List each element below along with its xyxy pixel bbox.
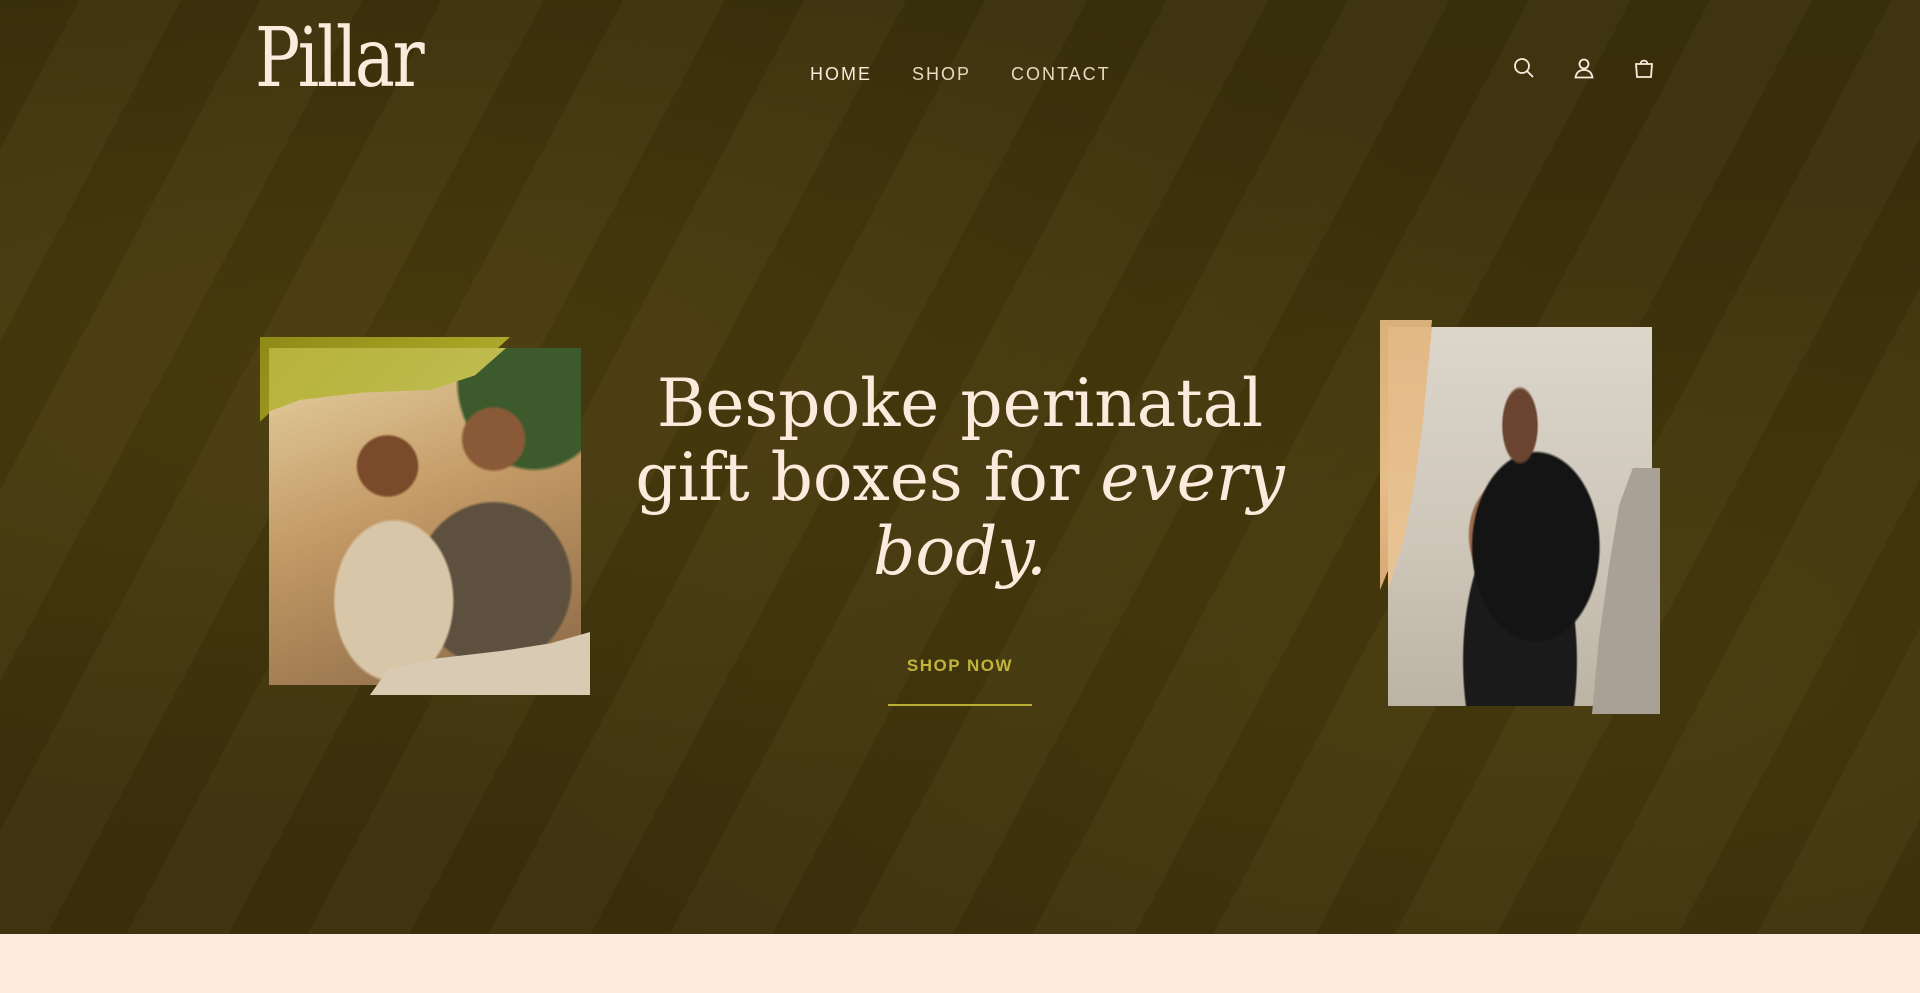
headline-emphasis-every: every bbox=[1100, 439, 1285, 516]
brand-logo[interactable]: Pillar bbox=[255, 18, 425, 100]
main-nav: HOME SHOP CONTACT bbox=[810, 64, 1111, 85]
headline-line-1: Bespoke perinatal bbox=[656, 365, 1264, 442]
collage-left bbox=[260, 337, 590, 695]
headline-line-2: gift boxes for bbox=[635, 439, 1101, 516]
account-icon[interactable] bbox=[1572, 56, 1596, 80]
next-section-band bbox=[0, 934, 1920, 993]
nav-item-contact[interactable]: CONTACT bbox=[1011, 64, 1111, 85]
nav-item-home[interactable]: HOME bbox=[810, 64, 872, 85]
cart-icon[interactable] bbox=[1632, 56, 1656, 80]
header-icons bbox=[1512, 56, 1656, 80]
shop-now-button[interactable]: SHOP NOW bbox=[888, 656, 1032, 706]
couple-photo bbox=[269, 348, 581, 685]
collage-right bbox=[1380, 320, 1660, 714]
page: Pillar HOME SHOP CONTACT Bespoke perinat… bbox=[0, 0, 1920, 993]
nav-item-shop[interactable]: SHOP bbox=[912, 64, 971, 85]
headline-emphasis-body: body. bbox=[873, 513, 1047, 590]
search-icon[interactable] bbox=[1512, 56, 1536, 80]
hero-headline: Bespoke perinatal gift boxes for every b… bbox=[600, 367, 1320, 589]
hero-section: Pillar HOME SHOP CONTACT Bespoke perinat… bbox=[0, 0, 1920, 934]
